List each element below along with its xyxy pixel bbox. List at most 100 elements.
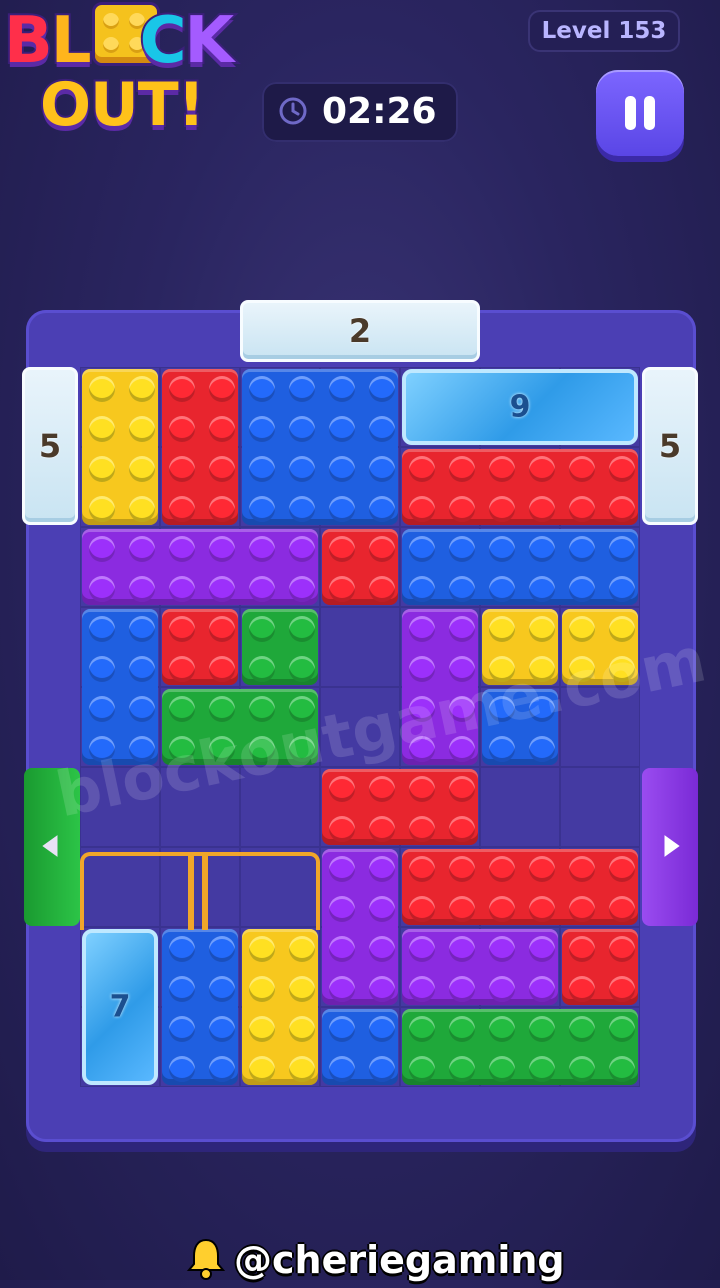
block-stud <box>329 376 355 402</box>
block-stud <box>369 456 395 482</box>
block-stud <box>289 616 315 642</box>
block-stud <box>369 1016 395 1042</box>
ice-block-top-right[interactable]: 9 <box>402 369 638 445</box>
block-stud <box>449 776 475 802</box>
block-stud <box>209 1016 235 1042</box>
block-stud <box>609 856 635 882</box>
purple-block[interactable] <box>82 529 318 605</box>
yellow-block[interactable] <box>82 369 158 525</box>
pause-button[interactable] <box>596 70 684 156</box>
blue-block[interactable] <box>402 529 638 605</box>
block-stud <box>329 1056 355 1082</box>
block-stud <box>129 376 155 402</box>
left-gate-count: 5 <box>38 427 62 465</box>
block-stud <box>329 856 355 882</box>
block-stud <box>489 1016 515 1042</box>
red-block[interactable] <box>402 849 638 925</box>
blue-block[interactable] <box>162 929 238 1085</box>
purple-block[interactable] <box>402 929 558 1005</box>
red-block[interactable] <box>562 929 638 1005</box>
ice-block-bottom-left[interactable]: 7 <box>82 929 158 1085</box>
block-stud <box>529 456 555 482</box>
block-stud <box>89 616 115 642</box>
block-stud <box>409 976 435 1002</box>
block-stud <box>249 496 275 522</box>
block-stud <box>329 896 355 922</box>
block-stud <box>369 536 395 562</box>
block-stud <box>129 616 155 642</box>
block-stud <box>89 496 115 522</box>
block-stud <box>289 936 315 962</box>
green-block[interactable] <box>242 609 318 685</box>
block-stud <box>609 576 635 602</box>
block-stud <box>129 416 155 442</box>
block-stud <box>609 896 635 922</box>
level-indicator: Level 153 <box>528 10 680 52</box>
block-stud <box>209 656 235 682</box>
block-stud <box>209 696 235 722</box>
block-stud <box>489 536 515 562</box>
red-block[interactable] <box>322 529 398 605</box>
block-stud <box>609 976 635 1002</box>
block-stud <box>169 616 195 642</box>
block-stud <box>169 376 195 402</box>
block-stud <box>529 536 555 562</box>
block-stud <box>489 936 515 962</box>
block-stud <box>329 496 355 522</box>
block-stud <box>289 976 315 1002</box>
red-block[interactable] <box>162 609 238 685</box>
grid-cell <box>480 767 560 847</box>
block-stud <box>209 456 235 482</box>
red-block[interactable] <box>402 449 638 525</box>
block-stud <box>249 1016 275 1042</box>
top-gate-count: 2 <box>348 312 372 350</box>
block-stud <box>169 456 195 482</box>
blue-block[interactable] <box>242 369 398 525</box>
block-stud <box>369 856 395 882</box>
red-block[interactable] <box>162 369 238 525</box>
top-gate: 2 <box>240 300 480 362</box>
creator-handle-text: @cheriegaming <box>234 1238 565 1282</box>
block-stud <box>529 896 555 922</box>
block-stud <box>289 656 315 682</box>
blue-block[interactable] <box>322 1009 398 1085</box>
block-stud <box>289 536 315 562</box>
block-stud <box>329 976 355 1002</box>
block-stud <box>89 456 115 482</box>
block-stud <box>369 416 395 442</box>
block-stud <box>249 536 275 562</box>
block-stud <box>329 936 355 962</box>
block-stud <box>209 496 235 522</box>
block-stud <box>609 496 635 522</box>
logo-line-2: OUT! <box>38 68 207 142</box>
left-gate: 5 <box>22 367 78 525</box>
block-stud <box>609 456 635 482</box>
block-stud <box>89 576 115 602</box>
grid-cell <box>320 607 400 687</box>
red-block[interactable] <box>322 769 478 845</box>
block-stud <box>409 616 435 642</box>
arrow-right-icon <box>664 835 680 857</box>
block-stud <box>489 856 515 882</box>
block-stud <box>249 616 275 642</box>
block-stud <box>569 576 595 602</box>
yellow-block[interactable] <box>242 929 318 1085</box>
green-block[interactable] <box>402 1009 638 1085</box>
block-stud <box>569 496 595 522</box>
block-stud <box>449 456 475 482</box>
purple-block[interactable] <box>322 849 398 1005</box>
block-stud <box>449 576 475 602</box>
block-stud <box>209 536 235 562</box>
block-stud <box>529 1016 555 1042</box>
block-stud <box>529 576 555 602</box>
block-stud <box>249 1056 275 1082</box>
block-stud <box>449 616 475 642</box>
block-stud <box>209 376 235 402</box>
block-stud <box>169 656 195 682</box>
block-stud <box>569 1016 595 1042</box>
clock-icon <box>279 97 307 125</box>
block-stud <box>329 576 355 602</box>
block-stud <box>329 536 355 562</box>
right-gate: 5 <box>642 367 698 525</box>
block-stud <box>569 536 595 562</box>
